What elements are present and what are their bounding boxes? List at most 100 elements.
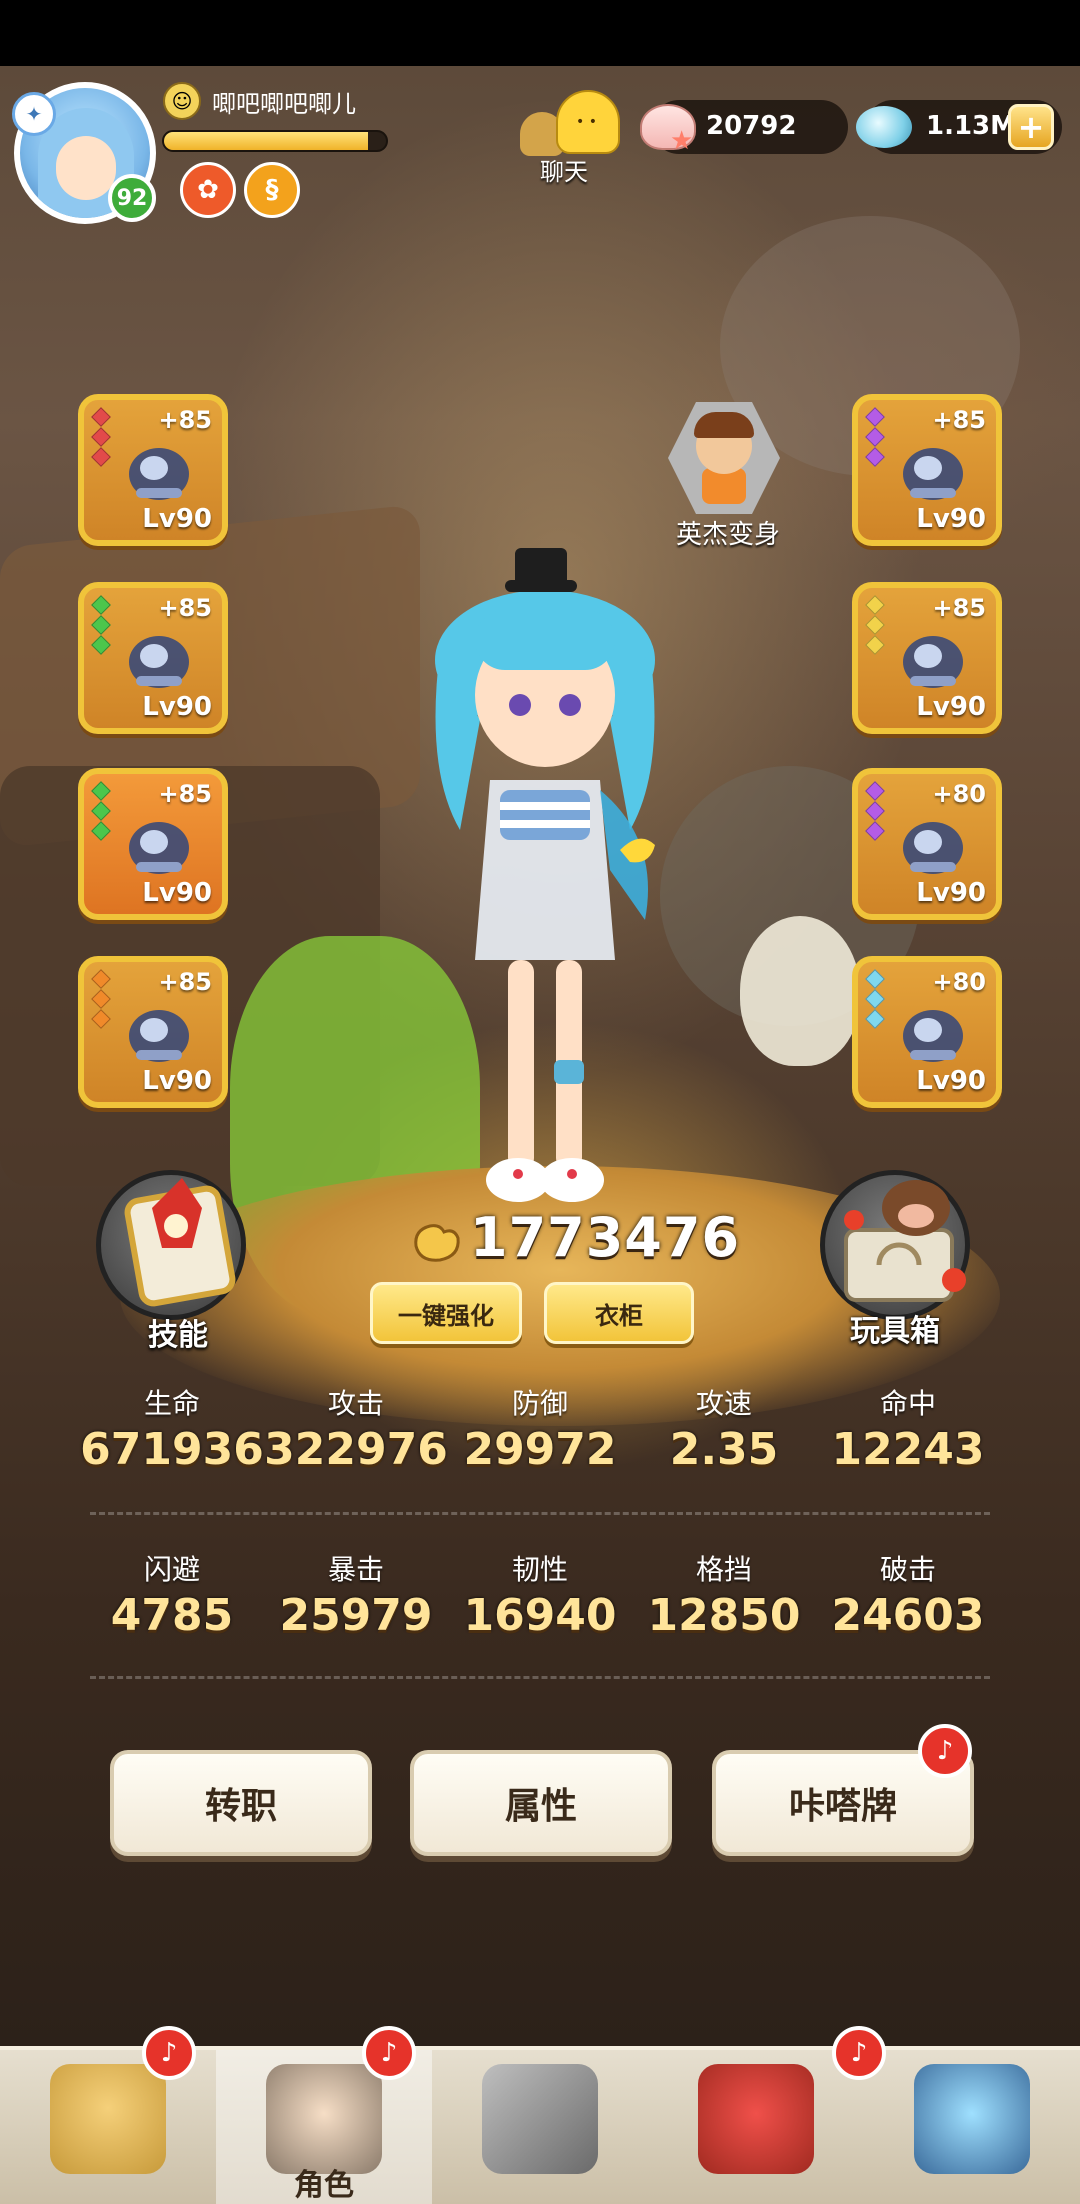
boot-icon (892, 804, 974, 886)
gem-rating (865, 595, 886, 658)
stat-name: 攻速 (695, 1387, 752, 1420)
enhance-all-button[interactable]: 一键强化 (370, 1282, 522, 1344)
equipment-slot[interactable]: +80 Lv90 (852, 768, 1002, 920)
portal-icon (914, 2064, 1030, 2174)
player-level-badge: 92 (108, 174, 156, 222)
stat-name: 暴击 (327, 1553, 384, 1586)
player-name: 唧吧唧吧唧儿 (212, 90, 356, 118)
crystal-icon (856, 106, 912, 148)
pet-dino-icon (698, 2064, 814, 2174)
chat-bubble-icon: • • (556, 90, 620, 154)
stat-name: 破击 (879, 1553, 936, 1586)
add-currency-button[interactable]: + (1008, 104, 1054, 150)
stat-name: 闪避 (143, 1553, 200, 1586)
exp-bar (162, 130, 388, 152)
item-level: Lv90 (142, 1066, 212, 1096)
notification-bell-icon: ♪ (362, 2026, 416, 2080)
necklace-icon (892, 992, 974, 1074)
equipment-slot[interactable]: +85 Lv90 (78, 394, 228, 546)
stats-divider (90, 1676, 990, 1679)
skill-card-icon (124, 1178, 236, 1307)
wardrobe-button[interactable]: 衣柜 (544, 1282, 694, 1344)
armored-beast-icon (118, 430, 200, 512)
job-change-button[interactable]: 转职 (110, 1750, 372, 1856)
enhance-level: +85 (932, 594, 986, 622)
attributes-button[interactable]: 属性 (410, 1750, 672, 1856)
shell-count: 20792 (706, 111, 797, 141)
nav-tab-label: 角色 (294, 2168, 354, 2203)
stat-value: 12850 (647, 1590, 801, 1641)
item-level: Lv90 (916, 878, 986, 908)
stat-value: 322976 (264, 1424, 448, 1475)
gem-rating (91, 595, 112, 658)
equipment-slot[interactable]: +85 Lv90 (852, 394, 1002, 546)
starfish-icon: ★ (670, 126, 694, 156)
stat-name: 攻击 (327, 1387, 384, 1420)
stat-name: 防御 (511, 1387, 568, 1420)
notification-bell-icon: ♪ (832, 2026, 886, 2080)
item-level: Lv90 (142, 878, 212, 908)
status-bar (0, 0, 1080, 66)
chat-label: 聊天 (540, 158, 588, 186)
enhance-level: +80 (932, 780, 986, 808)
stat-value: 2.35 (669, 1424, 779, 1475)
ring-icon (118, 992, 200, 1074)
gem-rating (865, 969, 886, 1032)
player-emote-icon: ☺ (163, 82, 201, 120)
enhance-level: +80 (932, 968, 986, 996)
enhance-level: +85 (158, 780, 212, 808)
enhance-level: +85 (158, 594, 212, 622)
toybox-icon (844, 1180, 966, 1302)
gem-rating (91, 407, 112, 470)
stat-value: 24603 (831, 1590, 985, 1641)
equipment-slot[interactable]: +85 Lv90 (78, 768, 228, 920)
stat-value: 16940 (463, 1590, 617, 1641)
toybox-label: 玩具箱 (850, 1314, 940, 1349)
enhance-level: +85 (158, 968, 212, 996)
stat-name: 格挡 (695, 1553, 752, 1586)
stat-name: 生命 (143, 1387, 200, 1420)
skill-label: 技能 (148, 1318, 208, 1353)
player-character (435, 548, 655, 1202)
buff-flower-icon[interactable]: ✿ (180, 162, 236, 218)
equipment-slot[interactable]: +80 Lv90 (852, 956, 1002, 1108)
nav-tab-pet[interactable] (648, 2050, 864, 2204)
item-level: Lv90 (916, 1066, 986, 1096)
muscle-power-icon (414, 1224, 460, 1262)
nav-tab-portal[interactable] (864, 2050, 1080, 2204)
stat-value: 29972 (463, 1424, 617, 1475)
gauntlet-icon (118, 804, 200, 886)
nav-tab-weapon[interactable] (432, 2050, 648, 2204)
notification-bell-icon: ♪ (918, 1724, 972, 1778)
notification-bell-icon: ♪ (142, 2026, 196, 2080)
equipment-slot[interactable]: +85 Lv90 (852, 582, 1002, 734)
equipment-slot[interactable]: +85 Lv90 (78, 582, 228, 734)
suit-icon (892, 618, 974, 700)
stat-value: 25979 (279, 1590, 433, 1641)
stat-name: 韧性 (511, 1553, 568, 1586)
character-icon (266, 2064, 382, 2174)
caveman-icon (50, 2064, 166, 2174)
stat-value: 4785 (110, 1590, 234, 1641)
enhance-level: +85 (158, 406, 212, 434)
dragon-glider-icon (118, 618, 200, 700)
vip-icon: ✦ (12, 92, 56, 136)
hero-transform-label: 英杰变身 (676, 520, 781, 550)
item-level: Lv90 (916, 504, 986, 534)
weapon-icon (482, 2064, 598, 2174)
gem-rating (91, 781, 112, 844)
gem-rating (865, 781, 886, 844)
item-level: Lv90 (142, 504, 212, 534)
exp-bar-fill (164, 132, 369, 150)
gem-rating (865, 407, 886, 470)
stat-value: 671936 (80, 1424, 264, 1475)
crystal-count: 1.13M (926, 111, 1017, 141)
equipment-slot[interactable]: +85 Lv90 (78, 956, 228, 1108)
orb-icon (892, 430, 974, 512)
stat-name: 命中 (879, 1387, 936, 1420)
buff-swirl-icon[interactable]: § (244, 162, 300, 218)
combat-power-value: 1773476 (470, 1206, 741, 1269)
gem-rating (91, 969, 112, 1032)
enhance-level: +85 (932, 406, 986, 434)
hero-transform-button[interactable] (668, 402, 780, 514)
